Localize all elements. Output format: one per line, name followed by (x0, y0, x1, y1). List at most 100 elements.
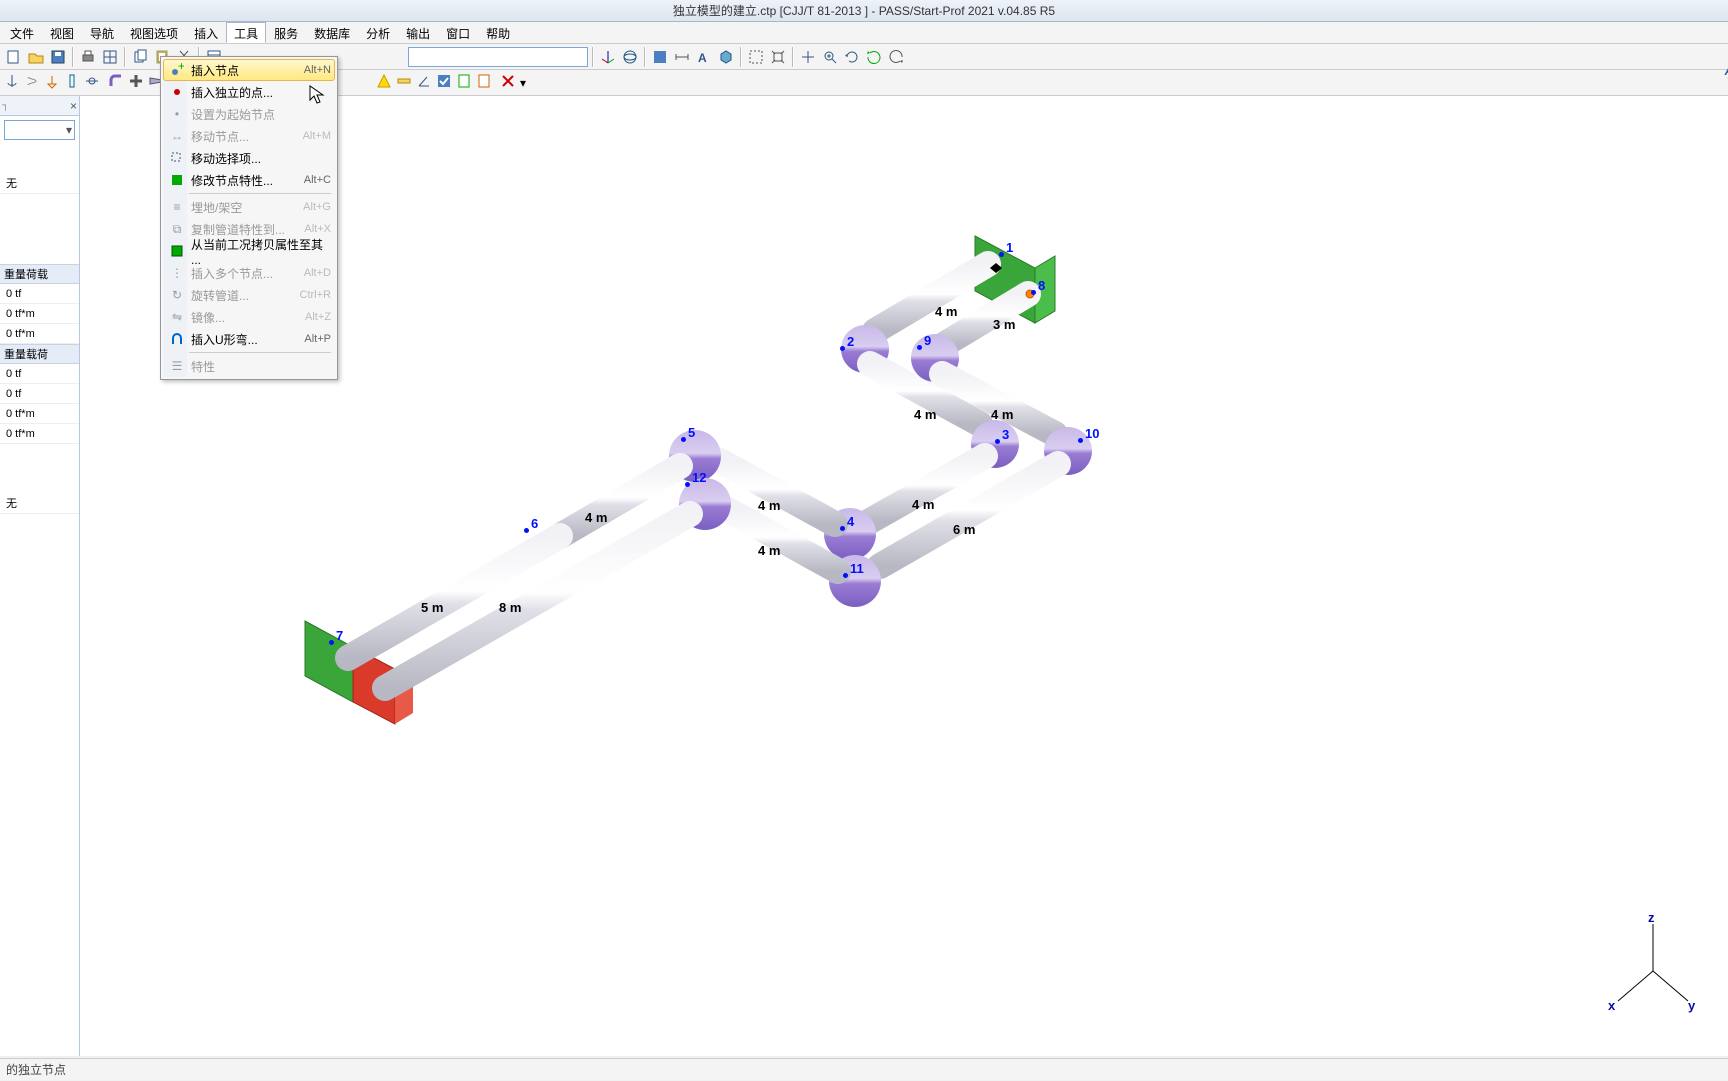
axis-y-label: y (1688, 998, 1695, 1013)
node-dot[interactable] (917, 345, 922, 350)
node-dot[interactable] (1078, 438, 1083, 443)
tool2-delete-more-icon[interactable]: ▾ (520, 76, 526, 90)
side-val[interactable]: 0 tf*m (0, 404, 79, 424)
side-val[interactable]: 0 tf*m (0, 424, 79, 444)
tool-refresh-icon[interactable] (864, 47, 884, 67)
tool-zoomwin-icon[interactable] (746, 47, 766, 67)
tool2-support-icon[interactable] (44, 73, 60, 92)
menu-insert[interactable]: 插入 (186, 22, 226, 43)
menu-db[interactable]: 数据库 (306, 22, 358, 43)
pin-icon[interactable]: × (70, 99, 77, 113)
side-val-none2: 无 (0, 494, 79, 514)
tool2-measure-icon[interactable] (396, 73, 412, 92)
node-label: 11 (850, 561, 864, 576)
node-dot[interactable] (999, 252, 1004, 257)
tool-globe-icon[interactable] (620, 47, 640, 67)
tool-axes-icon[interactable] (598, 47, 618, 67)
tool2-warn-icon[interactable] (376, 73, 392, 92)
tool-copy-icon[interactable] (130, 47, 150, 67)
menu-move-node: ↔ 移动节点... Alt+M (163, 125, 335, 147)
tool2-guide-icon[interactable] (64, 73, 80, 92)
menu-file[interactable]: 文件 (2, 22, 42, 43)
properties-icon: ☰ (167, 358, 187, 374)
menu-nav[interactable]: 导航 (82, 22, 122, 43)
node-dot[interactable] (524, 528, 529, 533)
dimension-label: 3 m (993, 317, 1015, 332)
menu-window[interactable]: 窗口 (438, 22, 478, 43)
menu-view[interactable]: 视图 (42, 22, 82, 43)
menu-bury: ≡ 埋地/架空 Alt+G (163, 196, 335, 218)
window-title: 独立模型的建立.ctp [CJJ/T 81-2013 ] - PASS/Star… (673, 4, 1055, 18)
menu-move-selection[interactable]: 移动选择项... (163, 147, 335, 169)
tool-zoomin-icon[interactable] (820, 47, 840, 67)
tool-save-icon[interactable] (48, 47, 68, 67)
bury-icon: ≡ (167, 199, 187, 215)
node-dot[interactable] (840, 346, 845, 351)
menu-tools[interactable]: 工具 (226, 22, 266, 43)
tool2-angle-icon[interactable] (416, 73, 432, 92)
toolbar-combo[interactable] (408, 47, 588, 67)
tool-pan-icon[interactable] (798, 47, 818, 67)
side-section-weight2: 重量载荷 (0, 344, 79, 364)
tool2-restraint-icon[interactable] (84, 73, 100, 92)
ubend-icon (167, 331, 187, 347)
tool2-tee-icon[interactable] (128, 73, 144, 92)
tool2-spring-icon[interactable] (24, 73, 40, 92)
svg-text:A: A (698, 51, 707, 65)
tool2-anchor-icon[interactable] (4, 73, 20, 92)
menu-insert-ubend[interactable]: 插入U形弯... Alt+P (163, 328, 335, 350)
node-dot[interactable] (685, 482, 690, 487)
menu-paste-props[interactable]: 从当前工况拷贝属性至其 ... (163, 240, 335, 262)
menu-viewopt[interactable]: 视图选项 (122, 22, 186, 43)
side-val[interactable]: 0 tf*m (0, 324, 79, 344)
node-dot[interactable] (843, 573, 848, 578)
tool-print-icon[interactable] (78, 47, 98, 67)
tool-zoomfit-icon[interactable] (768, 47, 788, 67)
menu-insert-independent[interactable]: 插入独立的点... (163, 81, 335, 103)
tool2-report-icon[interactable] (456, 73, 472, 92)
node-label: 9 (924, 333, 931, 348)
tool2-check-icon[interactable] (436, 73, 452, 92)
menu-modify-props[interactable]: 修改节点特性... Alt+C (163, 169, 335, 191)
insert-node-icon: + (167, 62, 187, 78)
dimension-label: 4 m (914, 407, 936, 422)
node-dot[interactable] (840, 526, 845, 531)
menu-insert-node[interactable]: + 插入节点 Alt+N (163, 59, 335, 81)
menu-service[interactable]: 服务 (266, 22, 306, 43)
tool-grid-icon[interactable] (100, 47, 120, 67)
tool-cube-icon[interactable] (716, 47, 736, 67)
tool-text-icon[interactable]: A (694, 47, 714, 67)
tool2-export-icon[interactable] (476, 73, 492, 92)
tool-new-icon[interactable] (4, 47, 24, 67)
node-label: 10 (1085, 426, 1099, 441)
side-val[interactable]: 0 tf*m (0, 304, 79, 324)
node-dot[interactable] (681, 437, 686, 442)
node-label: 5 (688, 425, 695, 440)
menu-help[interactable]: 帮助 (478, 22, 518, 43)
axes-indicator: z x y (1608, 916, 1698, 1016)
node-dot[interactable] (1031, 290, 1036, 295)
tool-dim-icon[interactable] (672, 47, 692, 67)
node-dot[interactable] (329, 640, 334, 645)
node-dot[interactable] (995, 439, 1000, 444)
node-label: 6 (531, 516, 538, 531)
side-combo-1[interactable] (4, 120, 75, 140)
move-selection-icon (167, 150, 187, 166)
tool2-delete-icon[interactable] (500, 73, 516, 92)
tool2-bend-icon[interactable] (108, 73, 124, 92)
node-label: 7 (336, 628, 343, 643)
menu-output[interactable]: 输出 (398, 22, 438, 43)
tool-reload-icon[interactable] (886, 47, 906, 67)
tool-rotate-icon[interactable] (842, 47, 862, 67)
menu-analysis[interactable]: 分析 (358, 22, 398, 43)
side-val[interactable]: 0 tf (0, 384, 79, 404)
node-label: 12 (692, 470, 706, 485)
side-val[interactable]: 0 tf (0, 364, 79, 384)
dimension-label: 4 m (758, 543, 780, 558)
start-node-icon: • (167, 106, 187, 122)
node-props-icon (167, 172, 187, 188)
side-val[interactable]: 0 tf (0, 284, 79, 304)
tool-open-icon[interactable] (26, 47, 46, 67)
tool-highlight-icon[interactable] (650, 47, 670, 67)
node-label: 8 (1038, 278, 1045, 293)
